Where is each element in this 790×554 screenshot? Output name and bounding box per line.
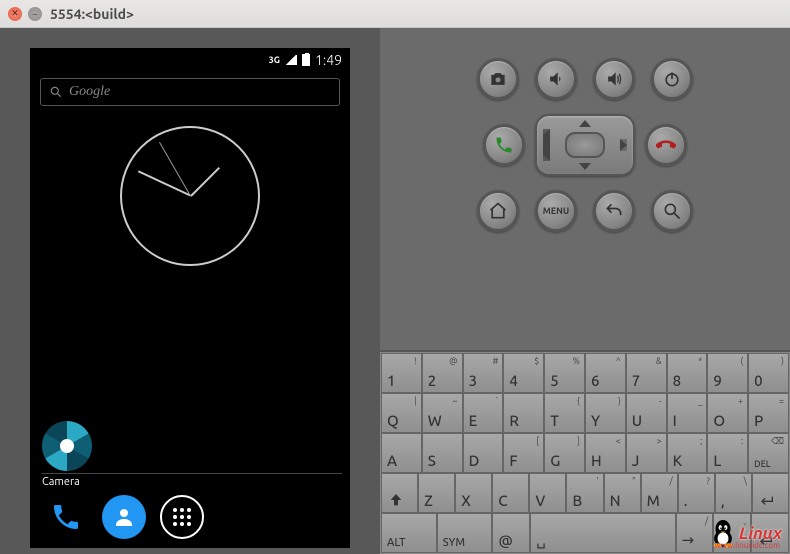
emulator-frame: 3G 1:49 Google Camera: [0, 28, 380, 554]
key-p[interactable]: P=: [748, 393, 789, 433]
camera-hw-button[interactable]: [477, 58, 519, 100]
dpad-left[interactable]: [543, 129, 550, 161]
key-.[interactable]: .?: [678, 473, 715, 513]
dpad-center[interactable]: [565, 132, 605, 158]
signal-icon: [285, 55, 297, 65]
key-f[interactable]: F[: [503, 433, 544, 473]
key-u[interactable]: U-: [626, 393, 667, 433]
key-o[interactable]: O+: [707, 393, 748, 433]
network-indicator: 3G: [269, 55, 280, 65]
volume-down-button[interactable]: [535, 58, 577, 100]
end-call-button[interactable]: [645, 124, 687, 166]
key-g[interactable]: G]: [544, 433, 585, 473]
status-clock: 1:49: [315, 52, 342, 68]
key-b[interactable]: B': [566, 473, 603, 513]
key-n[interactable]: N": [604, 473, 641, 513]
power-button[interactable]: [651, 58, 693, 100]
camera-label: Camera: [42, 473, 342, 488]
search-icon: [49, 85, 63, 99]
battery-icon: [302, 54, 310, 66]
window-minimize-button[interactable]: –: [28, 7, 42, 21]
hardware-keyboard: 1!2@3#4$5%6^7&8*9(0) Q|W~E`RT{Y}U-I_O+P=…: [380, 350, 790, 554]
window-close-button[interactable]: ✕: [8, 7, 22, 21]
app-drawer-icon[interactable]: [160, 495, 204, 539]
key-l[interactable]: L:: [707, 433, 748, 473]
key-k[interactable]: K;: [667, 433, 708, 473]
clock-hour-hand: [190, 167, 220, 197]
key-6[interactable]: 6^: [585, 353, 626, 393]
google-search-bar[interactable]: Google: [40, 78, 340, 106]
key-i[interactable]: I_: [667, 393, 708, 433]
key-comma-arrow[interactable]: ←,: [713, 513, 751, 553]
key-shift[interactable]: [381, 473, 418, 513]
key-h[interactable]: H<: [585, 433, 626, 473]
menu-button-label: MENU: [543, 206, 569, 216]
key-x[interactable]: X: [455, 473, 492, 513]
key-alt[interactable]: ALT: [381, 513, 437, 553]
home-button[interactable]: [477, 190, 519, 232]
key-7[interactable]: 7&: [626, 353, 667, 393]
key-slash-arrow[interactable]: →/: [676, 513, 714, 553]
phone-app-icon[interactable]: [44, 495, 88, 539]
call-button[interactable]: [483, 124, 525, 166]
dpad-up[interactable]: [579, 120, 591, 127]
key-y[interactable]: Y}: [585, 393, 626, 433]
contacts-app-icon[interactable]: [102, 495, 146, 539]
key-8[interactable]: 8*: [667, 353, 708, 393]
status-bar: 3G 1:49: [30, 48, 350, 72]
key-9[interactable]: 9(: [707, 353, 748, 393]
window-title: 5554:<build>: [50, 6, 134, 22]
key-space[interactable]: ␣: [530, 513, 675, 553]
key-2[interactable]: 2@: [422, 353, 463, 393]
key-v[interactable]: V: [529, 473, 566, 513]
menu-button[interactable]: MENU: [535, 190, 577, 232]
key-t[interactable]: T{: [544, 393, 585, 433]
window-titlebar: ✕ – 5554:<build>: [0, 0, 790, 28]
key-m[interactable]: M/: [641, 473, 678, 513]
search-hw-button[interactable]: [651, 190, 693, 232]
key-enter2[interactable]: [751, 513, 789, 553]
volume-up-button[interactable]: [593, 58, 635, 100]
key-1[interactable]: 1!: [381, 353, 422, 393]
key-w[interactable]: W~: [422, 393, 463, 433]
key-a[interactable]: A: [381, 433, 422, 473]
key-z[interactable]: Z: [418, 473, 455, 513]
key-c[interactable]: C: [492, 473, 529, 513]
dpad: [535, 114, 635, 176]
key-e[interactable]: E`: [463, 393, 504, 433]
key-q[interactable]: Q|: [381, 393, 422, 433]
camera-shortcut[interactable]: Camera: [42, 421, 342, 488]
key-j[interactable]: J>: [626, 433, 667, 473]
analog-clock-widget[interactable]: [120, 126, 260, 266]
key-d[interactable]: D: [463, 433, 504, 473]
key-at[interactable]: @: [492, 513, 530, 553]
dpad-down[interactable]: [579, 163, 591, 170]
dock: [30, 492, 350, 542]
key-4[interactable]: 4$: [503, 353, 544, 393]
key-enter[interactable]: [752, 473, 789, 513]
back-button[interactable]: [593, 190, 635, 232]
key-3[interactable]: 3#: [463, 353, 504, 393]
key-del[interactable]: DEL⌫: [748, 433, 789, 473]
search-placeholder: Google: [69, 84, 110, 100]
emulator-controls: MENU 1!2@3#4$5%6^7&8*9(0) Q|W~E`RT{Y}U-I…: [380, 28, 790, 554]
camera-icon: [42, 421, 92, 471]
key-5[interactable]: 5%: [544, 353, 585, 393]
phone-screen[interactable]: 3G 1:49 Google Camera: [30, 48, 350, 548]
key-0[interactable]: 0): [748, 353, 789, 393]
key-sym[interactable]: SYM: [437, 513, 493, 553]
key-r[interactable]: R: [503, 393, 544, 433]
key-s[interactable]: S: [422, 433, 463, 473]
key-,[interactable]: ,\: [715, 473, 752, 513]
dpad-right[interactable]: [620, 139, 627, 151]
